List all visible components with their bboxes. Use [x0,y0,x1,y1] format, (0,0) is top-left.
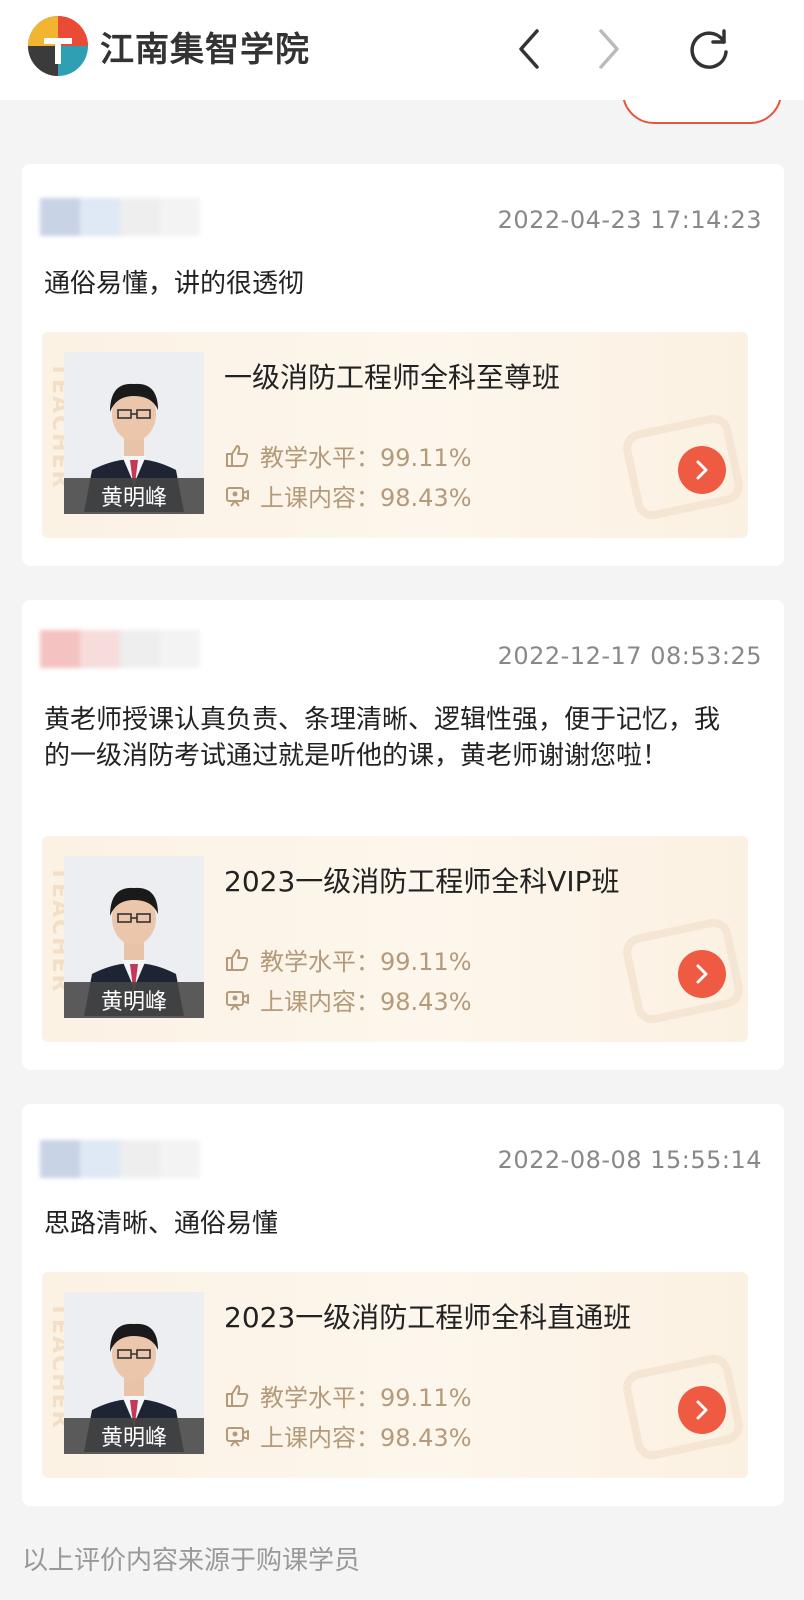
teaching-level-row: 教学水平：99.11% [224,1378,472,1413]
review-card: 2022-04-23 17:14:23 通俗易懂，讲的很透彻 TEACHER 黄… [22,164,784,566]
review-card: 2022-08-08 15:55:14 思路清晰、通俗易懂 TEACHER 黄明… [22,1104,784,1506]
chevron-right-icon [696,1400,708,1420]
review-text: 黄老师授课认真负责、条理清晰、逻辑性强，便于记忆，我的一级消防考试通过就是听他的… [44,705,721,771]
lecture-icon [226,990,249,1011]
user-avatar-blurred [40,1140,200,1182]
course-card[interactable]: TEACHER 黄明峰 2023一级消防工程师全科VIP班 教学水平：99.11… [42,836,748,1042]
content-level-text: 上课内容：98.43% [260,988,472,1016]
chevron-right-icon [696,460,708,480]
course-title: 2023一级消防工程师全科VIP班 [224,865,620,898]
refresh-icon [690,29,728,69]
teacher-name: 黄明峰 [64,1418,204,1454]
lecture-icon [226,1426,249,1447]
footer-note: 以上评价内容来源于购课学员 [22,1546,361,1576]
brand-name: 江南集智学院 [100,30,310,70]
review-time: 2022-12-17 08:53:25 [497,642,762,670]
course-card[interactable]: TEACHER 黄明峰 一级消防工程师全科至尊班 教学水平：99.11% 上课内… [42,332,748,538]
brand-logo-icon [28,16,88,76]
content-level-row: 上课内容：98.43% [224,1418,472,1453]
lecture-icon [226,486,249,507]
teaching-level-row: 教学水平：99.11% [224,942,472,977]
thumbs-up-icon [226,444,249,467]
teacher-name: 黄明峰 [64,982,204,1018]
user-avatar-blurred [40,198,200,240]
course-arrow-button[interactable] [678,1386,726,1434]
teaching-level-text: 教学水平：99.11% [260,1384,472,1412]
teaching-level-text: 教学水平：99.11% [260,948,472,976]
teaching-level-row: 教学水平：99.11% [224,438,472,473]
refresh-button[interactable] [684,22,734,76]
back-button[interactable] [504,22,554,76]
user-avatar-blurred [40,630,200,672]
course-arrow-button[interactable] [678,446,726,494]
review-card: 2022-12-17 08:53:25 黄老师授课认真负责、条理清晰、逻辑性强，… [22,600,784,1070]
section-header-peek [0,100,804,140]
course-title: 一级消防工程师全科至尊班 [224,361,561,394]
course-title: 2023一级消防工程师全科直通班 [224,1301,632,1334]
thumbs-up-icon [226,1384,249,1407]
content-level-row: 上课内容：98.43% [224,478,472,513]
review-text: 通俗易懂，讲的很透彻 [44,269,305,299]
teaching-level-text: 教学水平：99.11% [260,444,472,472]
chevron-right-icon [696,964,708,984]
top-bar: 江南集智学院 [0,0,804,100]
thumbs-up-icon [226,948,249,971]
course-arrow-button[interactable] [678,950,726,998]
review-time: 2022-04-23 17:14:23 [497,206,762,234]
content-level-text: 上课内容：98.43% [260,1424,472,1452]
chevron-left-icon [519,29,539,69]
more-reviews-button[interactable] [622,100,782,124]
teacher-name: 黄明峰 [64,478,204,514]
review-text: 思路清晰、通俗易懂 [44,1209,279,1239]
content-level-row: 上课内容：98.43% [224,982,472,1017]
chevron-right-icon [599,29,619,69]
content-level-text: 上课内容：98.43% [260,484,472,512]
forward-button[interactable] [584,22,634,76]
review-time: 2022-08-08 15:55:14 [497,1146,762,1174]
course-card[interactable]: TEACHER 黄明峰 2023一级消防工程师全科直通班 教学水平：99.11% [42,1272,748,1478]
